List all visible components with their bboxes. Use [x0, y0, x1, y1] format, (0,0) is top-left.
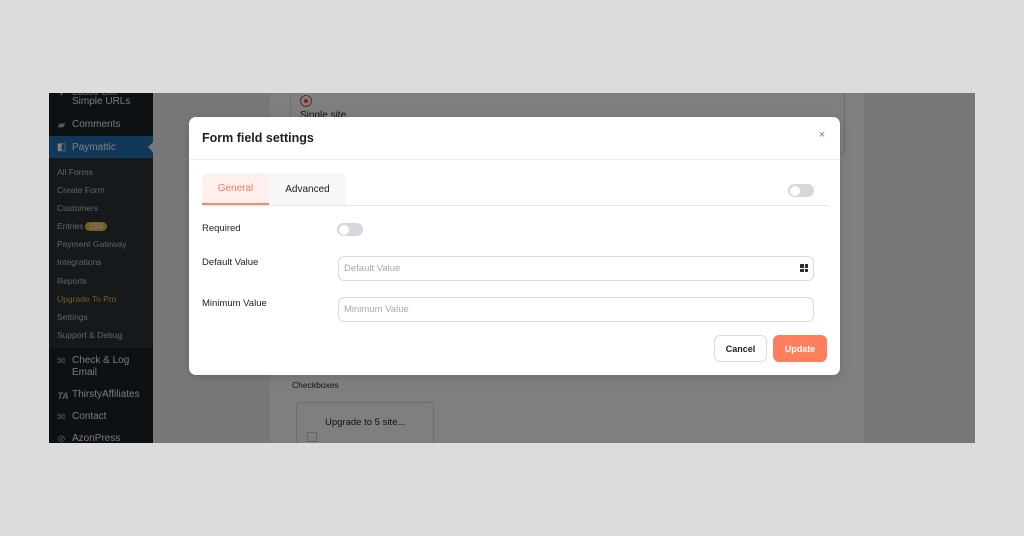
shortcode-grid-icon[interactable] [800, 264, 808, 272]
update-button[interactable]: Update [773, 335, 827, 362]
settings-tabs: General Advanced [202, 173, 828, 206]
header-toggle[interactable] [788, 184, 814, 197]
cancel-button[interactable]: Cancel [714, 335, 767, 362]
default-value-input[interactable] [338, 256, 814, 281]
tab-advanced[interactable]: Advanced [269, 173, 346, 205]
close-icon[interactable]: × [817, 130, 827, 141]
modal-title: Form field settings [202, 131, 314, 145]
required-label: Required [202, 223, 241, 234]
default-value-label: Default Value [202, 257, 259, 268]
modal-header: Form field settings [189, 117, 840, 160]
minimum-value-label: Minimum Value [202, 298, 267, 309]
tab-general[interactable]: General [202, 173, 269, 205]
minimum-value-input[interactable] [338, 297, 814, 322]
required-toggle[interactable] [337, 223, 363, 236]
form-field-settings-modal: Form field settings × General Advanced R… [189, 117, 840, 375]
